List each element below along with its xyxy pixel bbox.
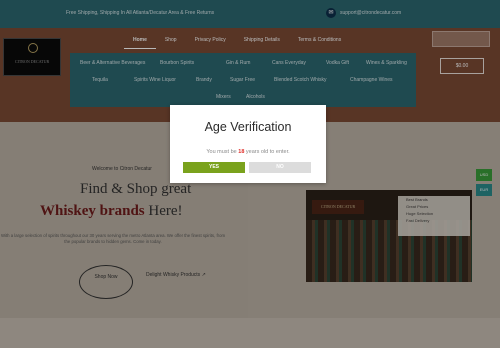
modal-title: Age Verification xyxy=(204,120,292,134)
no-button[interactable]: NO xyxy=(249,162,311,173)
age-verification-modal: Age Verification You must be 18 years ol… xyxy=(170,105,326,183)
message-after: years old to enter. xyxy=(244,149,290,155)
yes-button[interactable]: YES xyxy=(183,162,245,173)
modal-message: You must be 18 years old to enter. xyxy=(170,149,326,155)
message-before: You must be xyxy=(206,149,239,155)
